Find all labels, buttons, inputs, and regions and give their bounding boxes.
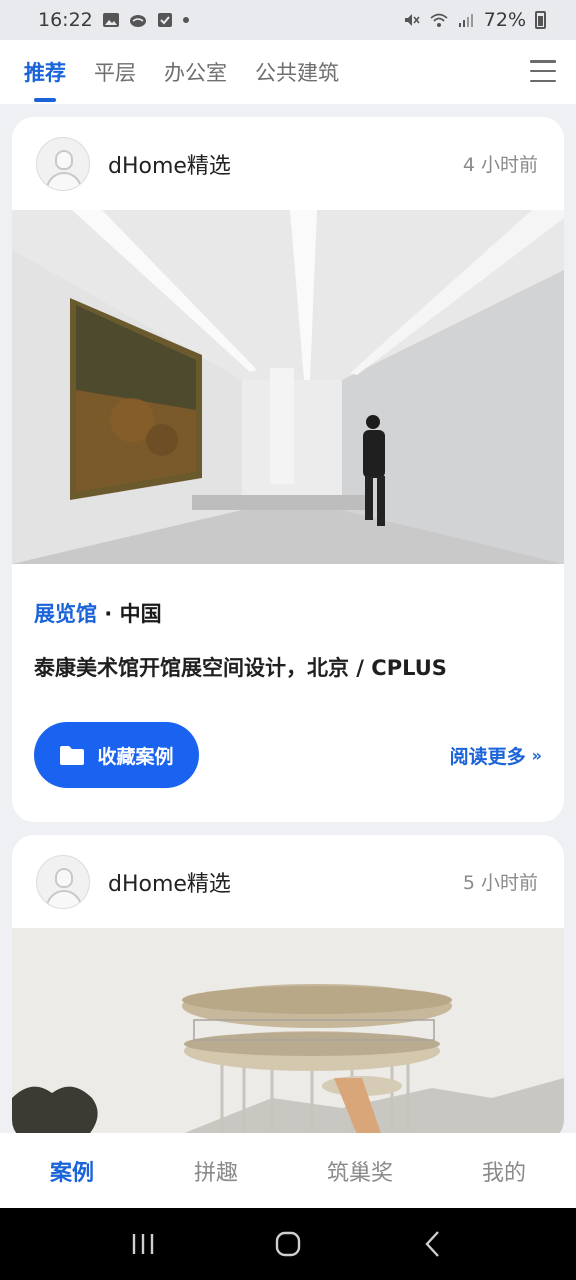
- feed-card[interactable]: dHome精选 4 小时前 展览馆 · 中国 泰康美术馆开馆展空间设计，北京 /…: [12, 117, 564, 822]
- system-nav-bar: [0, 1208, 576, 1280]
- battery-percent: 72%: [483, 9, 526, 31]
- nav-award[interactable]: 筑巢奖: [288, 1155, 432, 1187]
- signal-icon: [458, 14, 473, 27]
- feed: dHome精选 4 小时前 展览馆 · 中国 泰康美术馆开馆展空间设计，北京 /…: [12, 117, 564, 1155]
- category-location: 中国: [119, 602, 162, 626]
- read-more-label: 阅读更多: [449, 745, 526, 768]
- save-case-label: 收藏案例: [97, 745, 174, 768]
- pavilion-image[interactable]: [12, 928, 564, 1142]
- tab-office[interactable]: 办公室: [164, 40, 227, 104]
- author-name[interactable]: dHome精选: [108, 866, 231, 898]
- card-header: dHome精选 4 小时前: [12, 117, 564, 210]
- bottom-nav: 案例 拼趣 筑巢奖 我的: [0, 1133, 576, 1208]
- double-chevron-icon: »: [531, 745, 542, 765]
- status-right: 72%: [403, 9, 546, 31]
- gallery-hall-image[interactable]: [12, 210, 564, 564]
- author-name[interactable]: dHome精选: [108, 148, 231, 180]
- post-time: 5 小时前: [462, 872, 538, 894]
- article-title[interactable]: 泰康美术馆开馆展空间设计，北京 / CPLUS: [34, 652, 542, 682]
- tab-recommended[interactable]: 推荐: [24, 40, 66, 104]
- tab-flat[interactable]: 平层: [94, 40, 136, 104]
- folder-icon: [60, 746, 85, 765]
- wifi-icon: [430, 13, 448, 27]
- avatar[interactable]: [36, 136, 90, 191]
- back-icon[interactable]: [413, 1224, 453, 1264]
- category-type[interactable]: 展览馆: [34, 602, 97, 626]
- category-separator: ·: [97, 602, 120, 626]
- mute-icon: [404, 14, 420, 26]
- status-time: 16:22: [38, 9, 93, 31]
- tab-public-building[interactable]: 公共建筑: [255, 40, 339, 104]
- home-icon[interactable]: [268, 1224, 308, 1264]
- category-tabs: 推荐 平层 办公室 公共建筑: [0, 40, 576, 104]
- card-body: 展览馆 · 中国 泰康美术馆开馆展空间设计，北京 / CPLUS 收藏案例 阅读…: [12, 598, 564, 822]
- avatar[interactable]: [36, 854, 90, 909]
- feed-card[interactable]: dHome精选 5 小时前: [12, 835, 564, 1142]
- nav-mine[interactable]: 我的: [432, 1155, 576, 1187]
- card-actions: 收藏案例 阅读更多 »: [34, 722, 542, 788]
- recent-apps-icon[interactable]: [123, 1224, 163, 1264]
- gallery-icon: [102, 13, 119, 27]
- read-more-link[interactable]: 阅读更多 »: [450, 742, 542, 769]
- battery-icon: [535, 11, 546, 29]
- nav-pinqu[interactable]: 拼趣: [144, 1155, 288, 1187]
- menu-icon[interactable]: [530, 60, 556, 82]
- nav-cases[interactable]: 案例: [0, 1155, 144, 1187]
- category-line: 展览馆 · 中国: [34, 598, 542, 628]
- save-case-button[interactable]: 收藏案例: [34, 722, 199, 788]
- post-time: 4 小时前: [462, 154, 538, 176]
- cloud-icon: [129, 15, 146, 27]
- card-header: dHome精选 5 小时前: [12, 835, 564, 928]
- status-bar: 16:22 72%: [0, 0, 576, 40]
- notification-dot-icon: [182, 17, 189, 23]
- check-box-icon: [157, 13, 172, 27]
- status-left: 16:22: [38, 9, 189, 31]
